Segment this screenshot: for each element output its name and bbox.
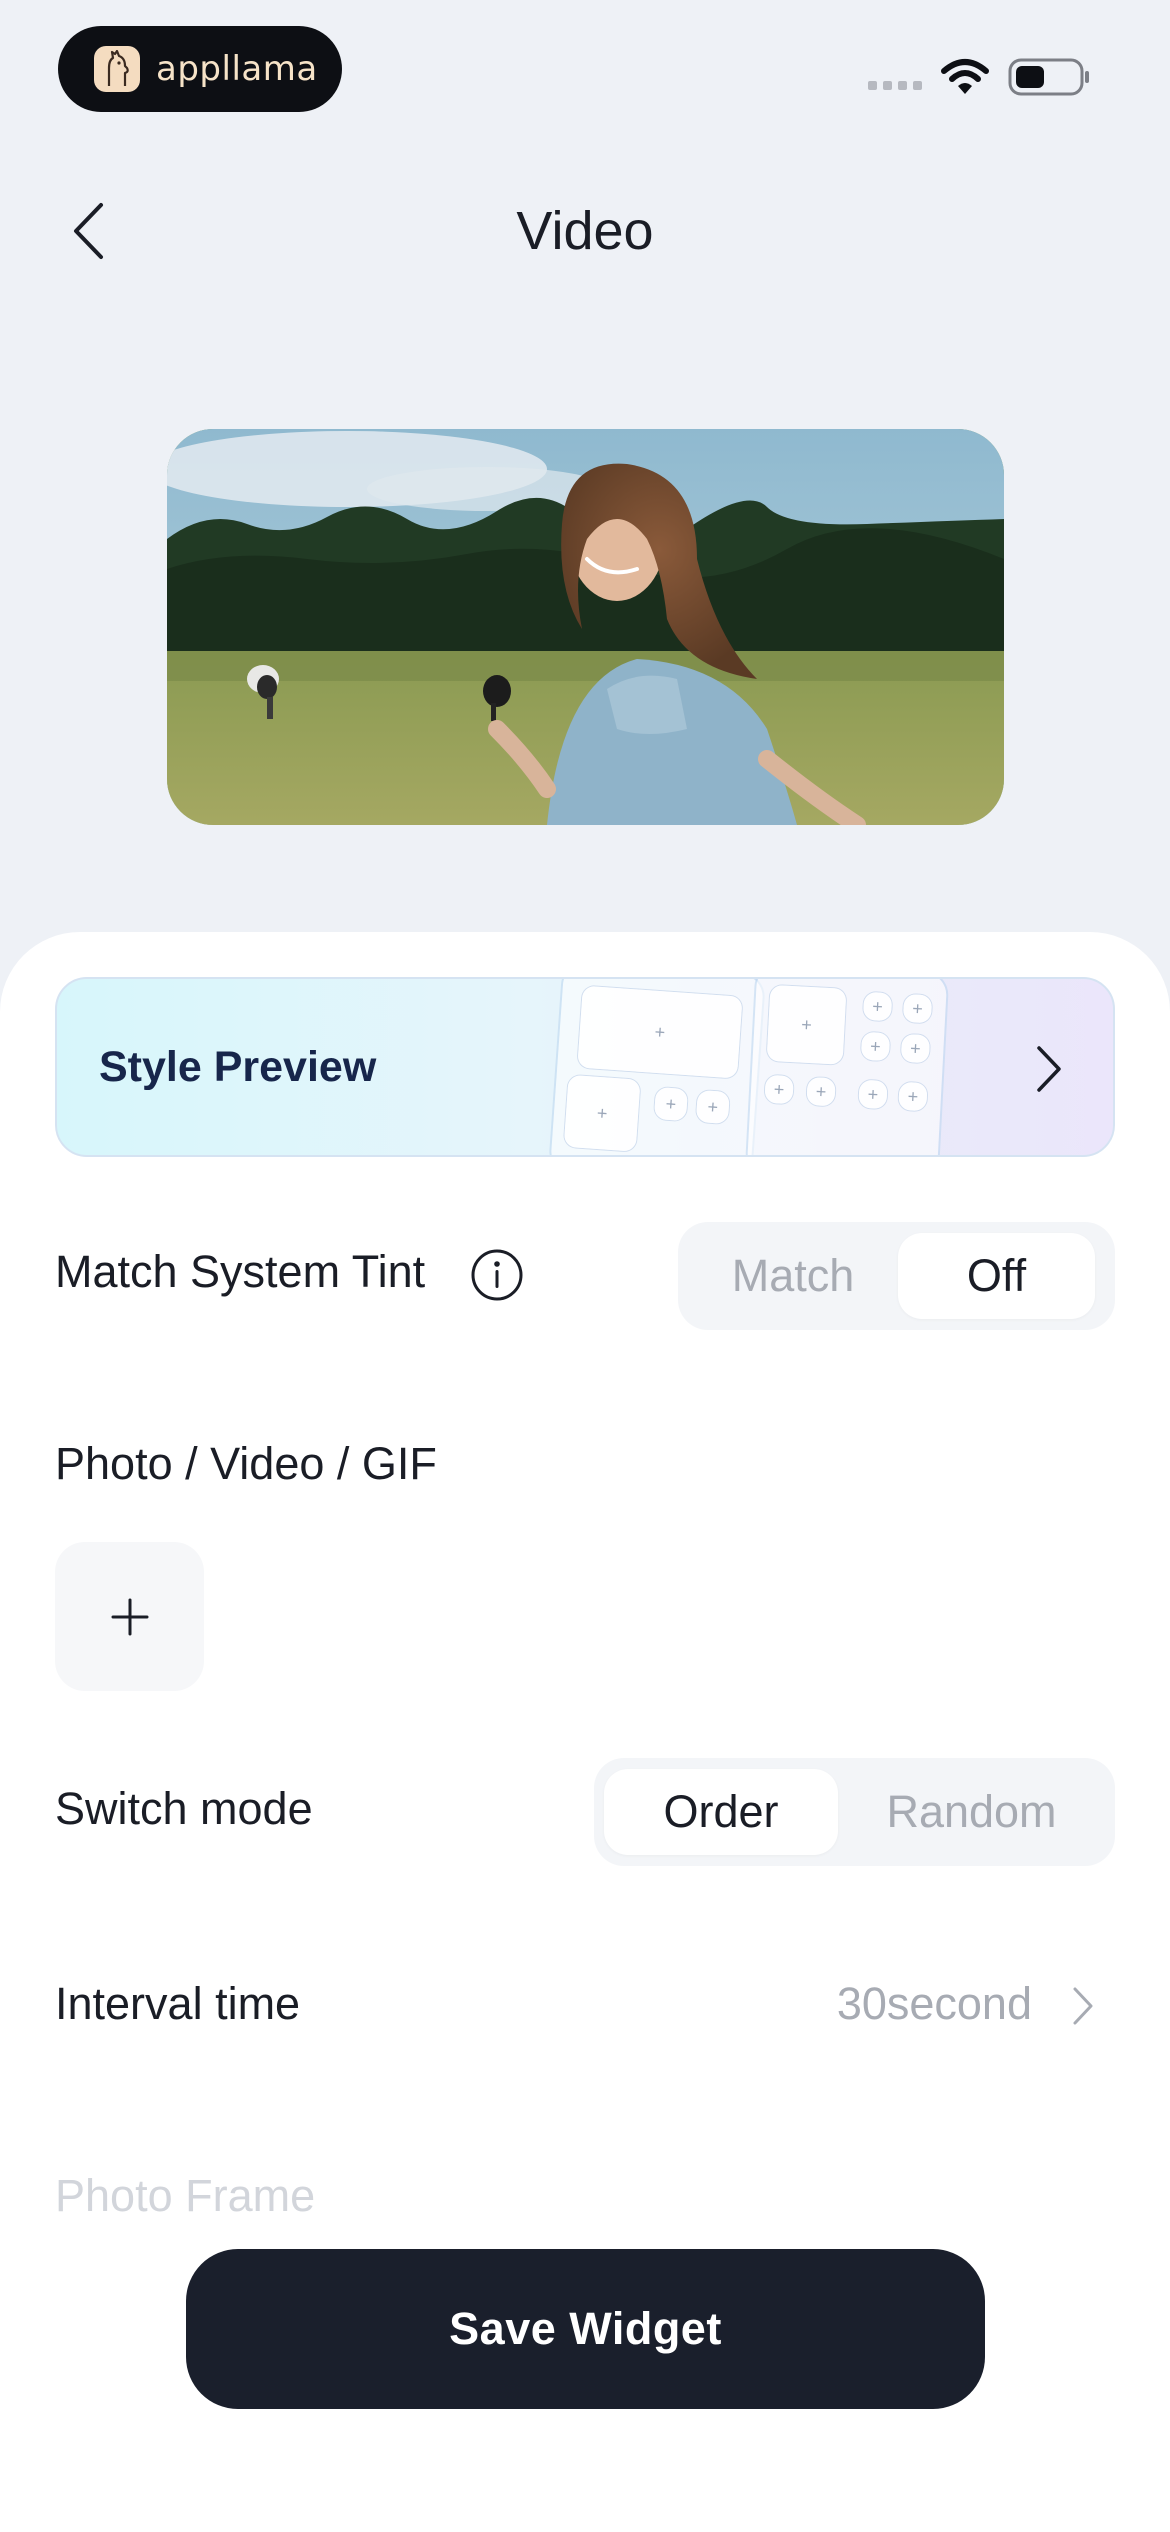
random-option[interactable]: Random (838, 1769, 1105, 1855)
interval-label: Interval time (55, 1978, 301, 2029)
order-option[interactable]: Order (604, 1769, 838, 1855)
chevron-right-icon (1037, 1046, 1061, 1092)
off-option[interactable]: Off (898, 1233, 1095, 1319)
style-preview-button[interactable]: Style Preview (55, 977, 1115, 1157)
battery-icon (1008, 58, 1089, 96)
signal-icon (868, 80, 922, 90)
switch-mode-toggle: Order Random (594, 1758, 1115, 1866)
match-option[interactable]: Match (688, 1233, 898, 1319)
brand-pill: appllama (58, 26, 342, 112)
add-media-button[interactable] (55, 1542, 204, 1691)
page-title: Video (516, 201, 654, 261)
llama-logo-icon (94, 46, 140, 92)
chevron-right-icon[interactable] (1072, 1986, 1094, 2026)
status-icons (868, 55, 1090, 99)
switch-mode-label: Switch mode (55, 1783, 313, 1834)
plus-icon (111, 1598, 148, 1635)
info-icon[interactable] (470, 1248, 524, 1302)
match-tint-label: Match System Tint (55, 1246, 426, 1297)
video-thumbnail-image (167, 429, 1004, 825)
photo-frame-label: Photo Frame (55, 2170, 316, 2221)
mini-phone-preview (549, 979, 765, 1155)
media-label: Photo / Video / GIF (55, 1438, 437, 1489)
save-widget-button[interactable]: Save Widget (186, 2249, 985, 2409)
screen: appllama Video + + + + + + + + + + + + +… (0, 0, 1170, 2532)
video-preview[interactable] (167, 429, 1004, 825)
interval-value[interactable]: 30second (837, 1978, 1032, 2030)
style-preview-label: Style Preview (99, 1043, 377, 1091)
wifi-icon (941, 59, 989, 94)
brand-name: appllama (156, 49, 318, 89)
match-tint-toggle: Match Off (678, 1222, 1115, 1330)
mini-phone-preview (746, 979, 948, 1155)
